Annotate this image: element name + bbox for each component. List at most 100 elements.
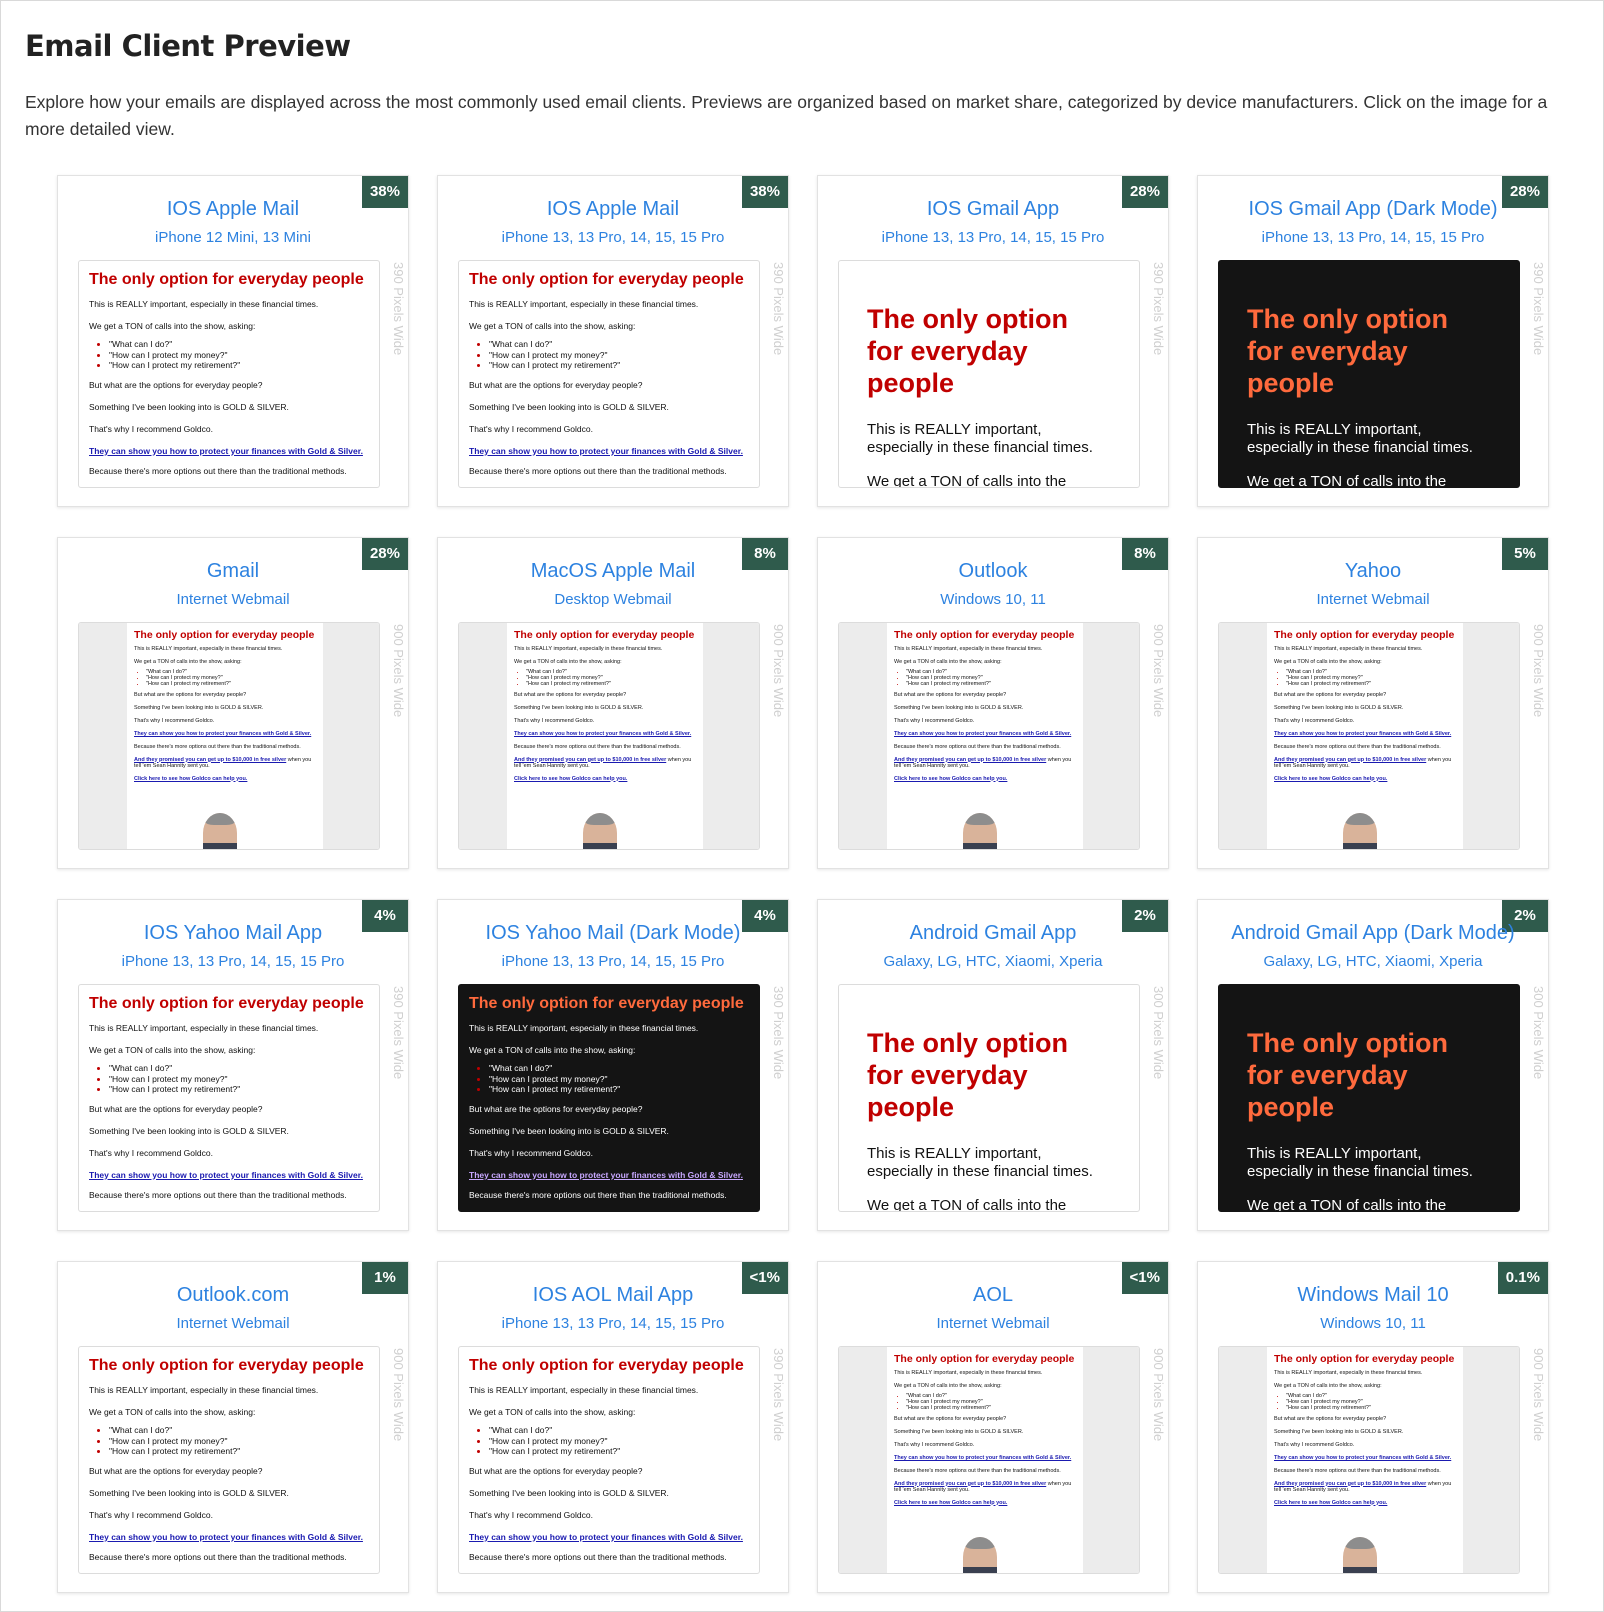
person-photo [963,813,997,849]
client-card[interactable]: 4% IOS Yahoo Mail App iPhone 13, 13 Pro, 1… [57,899,409,1231]
email-preview-image[interactable]: The only option for everyday people This… [78,622,380,850]
client-name[interactable]: IOS Apple Mail [58,198,408,221]
client-name[interactable]: Windows Mail 10 [1198,1284,1548,1307]
preview-width-label: 300 Pixels Wide [1151,986,1166,1080]
email-preview-content: The only option for everyday people This… [79,985,379,1200]
client-name[interactable]: AOL [818,1284,1168,1307]
email-paragraph: This is REALLY important, especially in … [514,646,663,652]
client-devices: iPhone 13, 13 Pro, 14, 15, 15 Pro [501,229,725,246]
client-card[interactable]: 8% MacOS Apple Mail Desktop Webmail The on… [437,537,789,869]
email-preview-image[interactable]: The only option for everyday people This… [458,260,760,488]
email-paragraph: But what are the options for everyday pe… [469,379,643,390]
client-card[interactable]: 4% IOS Yahoo Mail (Dark Mode) iPhone 13, 1… [437,899,789,1231]
email-preview-image[interactable]: The only option for everyday people This… [838,260,1140,488]
email-paragraph: Because there's more options out there t… [89,1190,347,1200]
client-card[interactable]: <1% AOL Internet Webmail The only option f… [817,1261,1169,1593]
email-paragraph: Something I've been looking into is GOLD… [469,1125,669,1136]
email-preview-image[interactable]: The only option for everyday people This… [1218,622,1520,850]
email-paragraph: Because there's more options out there t… [469,466,727,476]
client-name[interactable]: Yahoo [1198,560,1548,583]
email-preview-image[interactable]: The only option for everyday people This… [78,260,380,488]
email-link-paragraph: They can show you how to protect your fi… [1274,1455,1456,1462]
email-headline: The only option for everyday people [1274,1353,1455,1365]
email-paragraph: That's why I recommend Goldco. [469,423,593,434]
email-preview-image[interactable]: The only option for everyday people This… [458,622,760,850]
email-paragraph: This is REALLY important, especially in … [894,1370,1043,1376]
email-link: They can show you how to protect your fi… [469,445,743,456]
client-card[interactable]: 8% Outlook Windows 10, 11 The only option … [817,537,1169,869]
client-card[interactable]: 38% IOS Apple Mail iPhone 12 Mini, 13 Mini… [57,175,409,507]
email-bullet: "How can I protect my retirement?" [146,681,316,687]
email-bullet-list: "What can I do?" "How can I protect my m… [109,1425,369,1457]
email-headline: The only option for everyday people [89,271,364,288]
email-preview-image[interactable]: The only option for everyday people This… [838,622,1140,850]
email-preview-backdrop: The only option for everyday people This… [839,623,1139,849]
client-card[interactable]: 0.1% Windows Mail 10 Windows 10, 11 The on… [1197,1261,1549,1593]
client-card[interactable]: 5% Yahoo Internet Webmail The only option … [1197,537,1549,869]
photo-hair [965,1537,995,1549]
email-preview-image[interactable]: The only option for everyday people This… [838,984,1140,1212]
client-card[interactable]: 38% IOS Apple Mail iPhone 13, 13 Pro, 14, … [437,175,789,507]
preview-width-label: 300 Pixels Wide [1531,986,1546,1080]
client-devices: Internet Webmail [936,1315,1050,1332]
email-preview-image[interactable]: The only option for everyday people This… [1218,984,1520,1212]
client-name[interactable]: Android Gmail App (Dark Mode) [1198,922,1548,945]
client-name[interactable]: IOS Gmail App (Dark Mode) [1198,198,1548,221]
email-paragraph: This is REALLY important, especially in … [469,1385,699,1395]
email-paragraph: Something I've been looking into is GOLD… [89,1125,289,1136]
photo-shirt [203,843,237,849]
preview-width-label: 390 Pixels Wide [771,262,786,356]
client-name[interactable]: IOS Yahoo Mail App [58,922,408,945]
email-bullet: "How can I protect my money?" [489,1074,749,1085]
person-photo [963,1537,997,1573]
email-bullet: "How can I protect my retirement?" [109,360,369,371]
email-bullet: "What can I do?" [109,1063,369,1074]
client-card[interactable]: 2% Android Gmail App (Dark Mode) Galaxy, L… [1197,899,1549,1231]
client-card[interactable]: <1% IOS AOL Mail App iPhone 13, 13 Pro, 14… [437,1261,789,1593]
email-preview-image[interactable]: The only option for everyday people This… [1218,1346,1520,1574]
client-name[interactable]: Gmail [58,560,408,583]
client-name[interactable]: Android Gmail App [818,922,1168,945]
email-bullet: "How can I protect my money?" [109,1074,369,1085]
client-name[interactable]: Outlook.com [58,1284,408,1307]
email-bullet: "How can I protect my money?" [489,350,749,361]
email-preview-image[interactable]: The only option for everyday people This… [458,1346,760,1574]
client-card[interactable]: 28% IOS Gmail App (Dark Mode) iPhone 13, 1… [1197,175,1549,507]
email-preview-image[interactable]: The only option for everyday people This… [78,984,380,1212]
client-name[interactable]: Outlook [818,560,1168,583]
email-preview-backdrop: The only option for everyday people This… [839,1347,1139,1573]
client-card[interactable]: 28% Gmail Internet Webmail The only option… [57,537,409,869]
email-preview-image[interactable]: The only option for everyday people This… [838,1346,1140,1574]
client-name[interactable]: MacOS Apple Mail [438,560,788,583]
email-link: Click here to see how Goldco can help yo… [1274,775,1388,782]
email-preview-image[interactable]: The only option for everyday people This… [458,984,760,1212]
email-preview-content: The only option for everyday people This… [459,261,759,476]
email-paragraph: We get a TON of calls into the [1247,473,1447,488]
email-headline: The only option for everyday people [1274,629,1455,641]
email-bullet: "How can I protect my retirement?" [1286,1405,1456,1411]
client-name[interactable]: IOS Apple Mail [438,198,788,221]
email-link-paragraph: They can show you how to protect your fi… [514,731,696,738]
client-devices: iPhone 13, 13 Pro, 14, 15, 15 Pro [501,1315,725,1332]
email-bullet-list: "What can I do?" "How can I protect my m… [109,1063,369,1095]
client-name[interactable]: IOS Yahoo Mail (Dark Mode) [438,922,788,945]
email-preview-image[interactable]: The only option for everyday people This… [78,1346,380,1574]
email-paragraph: This is REALLY important, especially in … [89,299,319,309]
email-bullet-list: "What can I do?" "How can I protect my m… [906,669,1076,687]
client-devices: iPhone 13, 13 Pro, 14, 15, 15 Pro [501,953,725,970]
email-bullet: "What can I do?" [109,339,369,350]
client-name[interactable]: IOS Gmail App [818,198,1168,221]
client-card[interactable]: 28% IOS Gmail App iPhone 13, 13 Pro, 14, 1… [817,175,1169,507]
email-link-paragraph: And they promised you can get up to $10,… [1274,757,1456,770]
email-bullet: "How can I protect my retirement?" [906,1405,1076,1411]
email-bullet: "How can I protect my retirement?" [109,1446,369,1457]
email-preview-image[interactable]: The only option for everyday people This… [1218,260,1520,488]
preview-width-label: 900 Pixels Wide [1151,624,1166,718]
client-card[interactable]: 2% Android Gmail App Galaxy, LG, HTC, Xiao… [817,899,1169,1231]
email-bullet: "What can I do?" [489,339,749,350]
client-card[interactable]: 1% Outlook.com Internet Webmail The only o… [57,1261,409,1593]
email-bullet-list: "What can I do?" "How can I protect my m… [109,339,369,371]
client-name[interactable]: IOS AOL Mail App [438,1284,788,1307]
email-paragraph: But what are the options for everyday pe… [894,1416,1007,1422]
client-devices: Galaxy, LG, HTC, Xiaomi, Xperia [883,953,1103,970]
